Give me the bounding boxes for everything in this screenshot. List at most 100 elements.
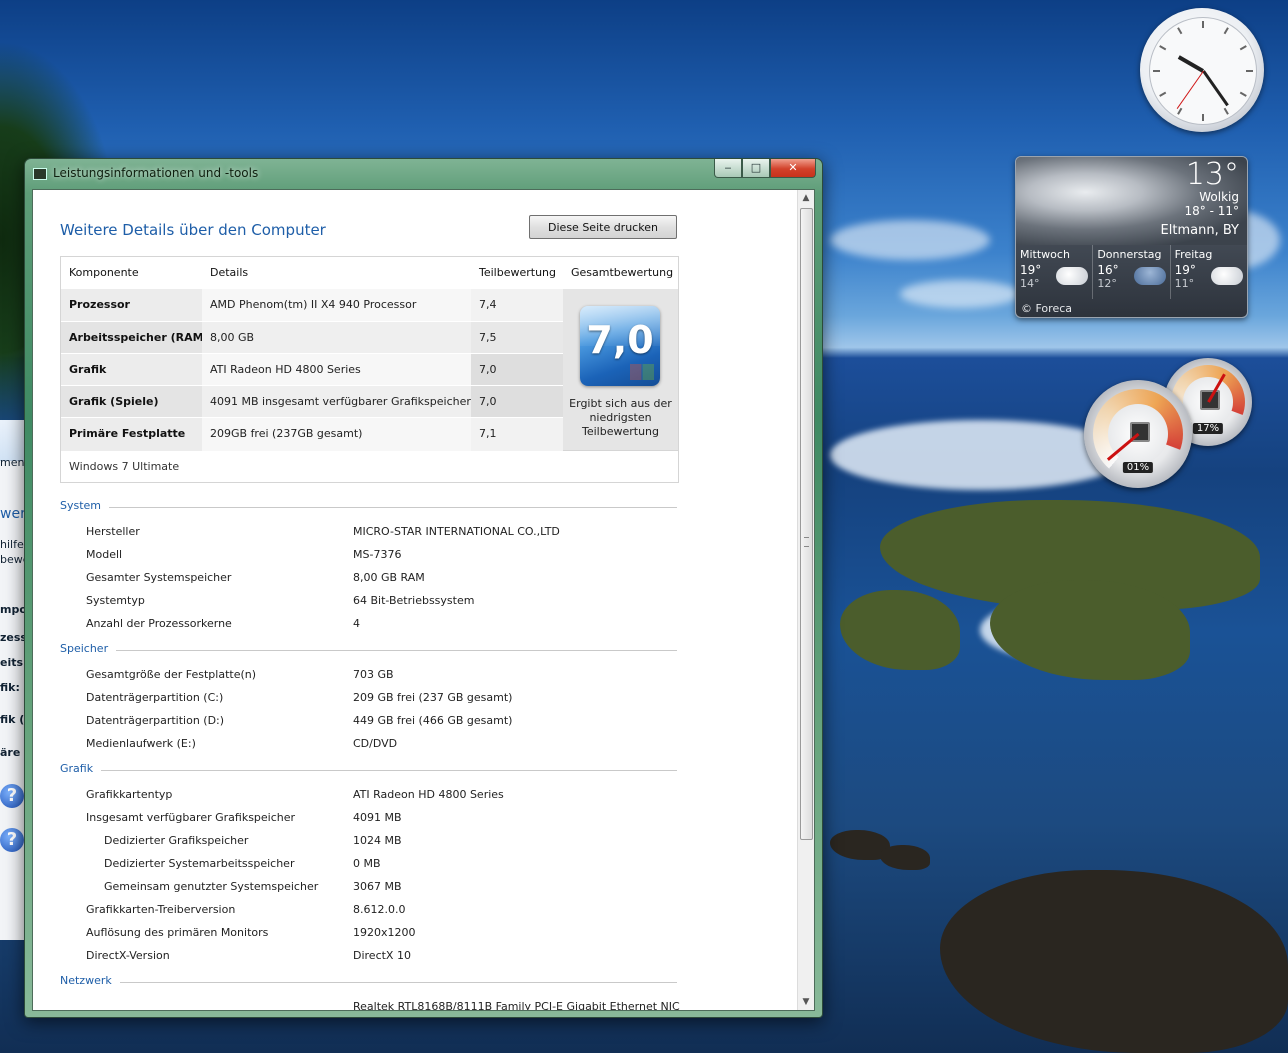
rock — [940, 870, 1288, 1053]
fragment-text: bewe — [0, 553, 26, 566]
clock-tick — [1239, 45, 1247, 51]
property-value: 703 GB — [353, 668, 394, 681]
scroll-down-arrow-icon[interactable]: ▼ — [798, 994, 814, 1010]
fragment-text: hilfe — [0, 538, 24, 551]
section-title: Grafik — [60, 762, 102, 775]
component-name: Grafik (Spiele) — [61, 386, 202, 418]
base-score-panel: 7,0 Ergibt sich aus der niedrigsten Teil… — [563, 289, 678, 450]
clock-tick — [1246, 70, 1253, 72]
property-label: Gesamtgröße der Festplatte(n) — [86, 668, 257, 681]
table-row: Prozessor AMD Phenom(tm) II X4 940 Proce… — [61, 289, 563, 321]
forecast-day: Donnerstag 16° 12° — [1093, 245, 1171, 299]
property-value: Realtek RTL8168B/8111B Family PCI-E Giga… — [353, 1000, 680, 1010]
rock — [990, 580, 1190, 680]
details-content: Weitere Details über den Computer Diese … — [33, 190, 798, 1010]
section-storage: Speicher — [60, 642, 677, 658]
help-icon[interactable]: ? — [0, 828, 24, 852]
table-row: Primäre Festplatte 209GB frei (237GB ges… — [61, 417, 563, 451]
os-edition: Windows 7 Ultimate — [61, 450, 678, 482]
property-label: Grafikkarten-Treiberversion — [86, 903, 236, 916]
table-row: Arbeitsspeicher (RAM) 8,00 GB 7,5 — [61, 321, 563, 354]
property-value: 4091 MB — [353, 811, 402, 824]
property-value: 1920x1200 — [353, 926, 416, 939]
header-subscore: Teilbewertung — [479, 266, 557, 279]
temperature-range: 18° - 11° — [1184, 204, 1240, 218]
maximize-button[interactable]: □ — [742, 159, 770, 178]
cloud-icon — [1056, 267, 1089, 285]
rock — [840, 590, 960, 670]
clock-gadget[interactable] — [1140, 8, 1264, 132]
property-value: MS-7376 — [353, 548, 402, 561]
weather-location: Eltmann, BY — [1160, 223, 1239, 238]
property-label: Gemeinsam genutzter Systemspeicher — [104, 880, 319, 893]
property-value: ATI Radeon HD 4800 Series — [353, 788, 504, 801]
forecast-day-name: Mittwoch — [1020, 248, 1070, 261]
scroll-up-arrow-icon[interactable]: ▲ — [798, 190, 814, 206]
section-network: Netzwerk — [60, 974, 677, 990]
clock-tick — [1177, 107, 1183, 115]
fragment-text: wert — [0, 506, 26, 522]
score-table-header: Komponente Details Teilbewertung Gesamtb… — [61, 257, 678, 289]
property-label: Medienlaufwerk (E:) — [86, 737, 196, 750]
property-value: 1024 MB — [353, 834, 402, 847]
cloud — [830, 220, 990, 260]
rain-icon — [1133, 267, 1166, 285]
print-page-button[interactable]: Diese Seite drucken — [529, 215, 677, 239]
property-label: Dedizierter Systemarbeitsspeicher — [104, 857, 295, 870]
section-graphics: Grafik — [60, 762, 677, 778]
minimize-button[interactable]: ‒ — [714, 159, 742, 178]
clock-tick — [1159, 91, 1167, 97]
header-details: Details — [210, 266, 249, 279]
help-icon[interactable]: ? — [0, 784, 24, 808]
clock-tick — [1223, 107, 1229, 115]
forecast-day: Freitag 19° 11° — [1171, 245, 1247, 299]
property-value: 64 Bit-Betriebssystem — [353, 594, 475, 607]
fragment-text: fik (S — [0, 713, 26, 726]
property-label: DirectX-Version — [86, 949, 170, 962]
component-name: Arbeitsspeicher (RAM) — [61, 322, 202, 354]
property-value: 8,00 GB RAM — [353, 571, 425, 584]
cpu-percent: 01% — [1122, 461, 1154, 473]
property-label: Auflösung des primären Monitors — [86, 926, 269, 939]
forecast-day-name: Freitag — [1174, 248, 1213, 261]
current-temperature: 13° — [1185, 157, 1239, 192]
property-label: Hersteller — [86, 525, 140, 538]
table-row: Grafik ATI Radeon HD 4800 Series 7,0 — [61, 353, 563, 386]
window-app-icon[interactable] — [33, 168, 47, 180]
component-subscore: 7,0 — [471, 386, 563, 418]
component-subscore: 7,5 — [471, 322, 563, 354]
section-system: System — [60, 499, 677, 515]
rock — [880, 845, 930, 870]
property-label: Datenträgerpartition (D:) — [86, 714, 225, 727]
property-label: Anzahl der Prozessorkerne — [86, 617, 232, 630]
forecast-row: Mittwoch 19° 14° Donnerstag 16° 12° Frei… — [1016, 245, 1247, 299]
base-score-note: Ergibt sich aus der niedrigsten Teilbewe… — [569, 397, 672, 438]
clock-tick — [1159, 45, 1167, 51]
component-subscore: 7,1 — [471, 418, 563, 451]
weather-credit[interactable]: © Foreca — [1021, 302, 1072, 315]
windows-flag-icon — [630, 364, 654, 380]
scrollbar-grip-icon — [804, 537, 809, 547]
component-name: Grafik — [61, 354, 202, 386]
clock-tick — [1223, 27, 1229, 35]
performance-info-window[interactable]: Leistungsinformationen und -tools ‒ □ ✕ … — [24, 158, 823, 1018]
hour-hand — [1177, 55, 1204, 73]
minute-hand — [1202, 70, 1229, 107]
cpu-meter-gadget[interactable]: 01% — [1084, 380, 1192, 488]
base-score-value: 7,0 — [586, 318, 654, 362]
property-value: 8.612.0.0 — [353, 903, 406, 916]
property-value: 209 GB frei (237 GB gesamt) — [353, 691, 513, 704]
header-component: Komponente — [69, 266, 139, 279]
component-name: Primäre Festplatte — [61, 418, 202, 451]
weather-gadget[interactable]: 13° Wolkig 18° - 11° Eltmann, BY Mittwoc… — [1015, 156, 1248, 318]
scrollbar-thumb[interactable] — [800, 208, 813, 840]
property-label: Systemtyp — [86, 594, 145, 607]
section-divider — [60, 650, 677, 651]
property-value: CD/DVD — [353, 737, 398, 750]
forecast-day: Mittwoch 19° 14° — [1016, 245, 1094, 299]
component-subscore: 7,4 — [471, 289, 563, 321]
close-button[interactable]: ✕ — [770, 159, 816, 178]
window-titlebar[interactable]: Leistungsinformationen und -tools ‒ □ ✕ — [25, 159, 822, 187]
vertical-scrollbar[interactable]: ▲ ▼ — [797, 190, 814, 1010]
cloud-icon — [1210, 267, 1243, 285]
